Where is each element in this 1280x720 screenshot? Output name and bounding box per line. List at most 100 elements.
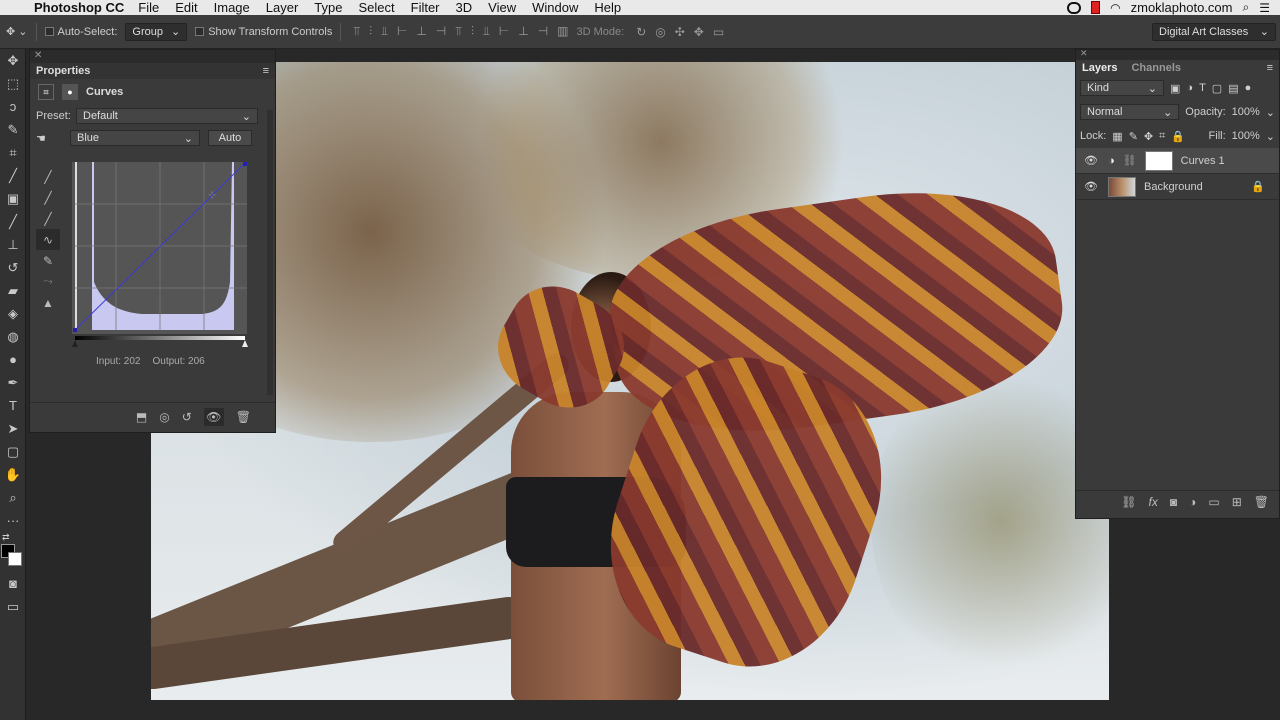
auto-align-icon[interactable]: ▥ — [557, 24, 568, 39]
layer-style-fx-icon[interactable]: fx — [1149, 495, 1158, 509]
black-input-handle[interactable] — [72, 340, 78, 347]
healing-brush-tool-icon[interactable]: ▣ — [0, 187, 26, 210]
3d-scale-icon[interactable]: ▭ — [713, 25, 724, 39]
kind-filter-dropdown[interactable]: Kind ⌄ — [1080, 80, 1164, 96]
delete-icon[interactable]: 🗑 — [236, 410, 251, 424]
layer-row-background[interactable]: 👁 Background 🔒 — [1076, 174, 1279, 200]
filter-shape-icon[interactable]: ▢ — [1212, 82, 1222, 95]
layer-name[interactable]: Background — [1144, 181, 1203, 193]
chevron-down-icon[interactable]: ⌄ — [1266, 106, 1275, 119]
curves-graph[interactable]: ⊹ — [72, 162, 247, 334]
menu-image[interactable]: Image — [214, 0, 250, 15]
screen-mode-icon[interactable]: ▭ — [0, 595, 26, 618]
menu-select[interactable]: Select — [358, 0, 394, 15]
menu-window[interactable]: Window — [532, 0, 578, 15]
creative-cloud-icon[interactable] — [1067, 1, 1082, 14]
crop-tool-icon[interactable]: ⌗ — [0, 141, 26, 164]
layer-thumbnail[interactable] — [1108, 176, 1136, 197]
panel-menu-icon[interactable]: ≡ — [1267, 62, 1273, 74]
visibility-eye-icon[interactable]: 👁 — [1084, 154, 1100, 167]
channel-dropdown[interactable]: Blue ⌄ — [70, 130, 200, 146]
menu-view[interactable]: View — [488, 0, 516, 15]
menu-file[interactable]: File — [138, 0, 159, 15]
distribute-middle-icon[interactable]: ⫶ — [471, 24, 474, 39]
align-left-icon[interactable]: ⊢ — [397, 24, 407, 39]
filter-adjustment-icon[interactable]: ◑ — [1186, 82, 1193, 94]
app-menu[interactable]: Photoshop CC — [34, 0, 124, 15]
edit-points-icon[interactable]: ∿ — [36, 229, 60, 250]
menu-layer[interactable]: Layer — [266, 0, 299, 15]
3d-pan-icon[interactable]: ✣ — [675, 25, 685, 39]
preset-dropdown[interactable]: Default ⌄ — [76, 108, 258, 124]
eraser-tool-icon[interactable]: ▰ — [0, 279, 26, 302]
on-image-adjust-icon[interactable]: ☚ — [36, 132, 62, 145]
link-layers-icon[interactable]: ⛓ — [1121, 495, 1136, 509]
distribute-right-icon[interactable]: ⊣ — [538, 24, 548, 39]
pen-tool-icon[interactable]: ✒ — [0, 371, 26, 394]
curve-point-white[interactable] — [243, 162, 247, 166]
new-adjustment-layer-icon[interactable]: ◑ — [1189, 495, 1196, 509]
blend-mode-dropdown[interactable]: Normal ⌄ — [1080, 104, 1180, 120]
distribute-bottom-icon[interactable]: ⫫ — [483, 24, 490, 39]
layer-mask-thumbnail[interactable] — [1144, 150, 1173, 171]
align-bottom-icon[interactable]: ⫫ — [381, 24, 388, 39]
path-selection-tool-icon[interactable]: ➤ — [0, 417, 26, 440]
menu-filter[interactable]: Filter — [411, 0, 440, 15]
white-input-handle[interactable] — [242, 340, 248, 347]
marquee-tool-icon[interactable]: ⬚ — [0, 72, 26, 95]
close-icon[interactable]: ✕ — [1080, 48, 1088, 59]
background-color-swatch[interactable] — [8, 552, 22, 566]
type-tool-icon[interactable]: T — [0, 394, 26, 417]
tab-channels[interactable]: Channels — [1131, 62, 1181, 74]
lock-position-icon[interactable]: ✥ — [1144, 130, 1153, 143]
visibility-toggle-icon[interactable]: 👁 — [203, 407, 224, 426]
brush-tool-icon[interactable]: ╱ — [0, 210, 26, 233]
paint-bucket-tool-icon[interactable]: ◈ — [0, 302, 26, 325]
swap-colors-icon[interactable]: ⇄ — [2, 532, 10, 543]
3d-orbit-icon[interactable]: ↻ — [636, 25, 646, 39]
3d-slide-icon[interactable]: ✥ — [694, 25, 704, 39]
new-layer-icon[interactable]: ⊞ — [1232, 495, 1242, 509]
blur-tool-icon[interactable]: ◍ — [0, 325, 26, 348]
properties-scrollbar[interactable] — [267, 110, 273, 395]
dodge-tool-icon[interactable]: ● — [0, 348, 26, 371]
transform-controls-checkbox[interactable]: Show Transform Controls — [195, 26, 332, 38]
view-previous-state-icon[interactable]: ◎ — [159, 410, 169, 424]
filter-toggle-icon[interactable]: ● — [1245, 82, 1252, 94]
delete-layer-icon[interactable]: 🗑 — [1254, 495, 1269, 509]
tab-layers[interactable]: Layers — [1082, 62, 1117, 74]
layer-name[interactable]: Curves 1 — [1181, 155, 1225, 167]
distribute-top-icon[interactable]: ⫪ — [455, 24, 462, 39]
align-middle-icon[interactable]: ⫶ — [369, 24, 372, 39]
auto-select-dropdown[interactable]: Group ⌄ — [125, 22, 188, 41]
smooth-curve-icon[interactable]: ⤳ — [36, 271, 60, 292]
spotlight-search-icon[interactable]: ⌕ — [1243, 0, 1250, 15]
lasso-tool-icon[interactable]: ↄ — [0, 95, 26, 118]
auto-button[interactable]: Auto — [208, 130, 252, 146]
menu-type[interactable]: Type — [314, 0, 342, 15]
opacity-value[interactable]: 100% — [1232, 106, 1260, 118]
gray-point-eyedropper-icon[interactable]: ╱ — [36, 187, 60, 208]
quick-select-tool-icon[interactable]: ✎ — [0, 118, 26, 141]
align-right-icon[interactable]: ⊣ — [436, 24, 446, 39]
battery-icon[interactable] — [1091, 1, 1101, 14]
notification-center-icon[interactable]: ☰ — [1259, 1, 1270, 15]
clipping-warning-icon[interactable]: ▲ — [36, 292, 60, 313]
reset-icon[interactable]: ↺ — [182, 410, 192, 424]
3d-roll-icon[interactable]: ◎ — [655, 25, 665, 39]
lock-all-icon[interactable]: 🔒 — [1171, 130, 1185, 143]
filter-type-icon[interactable]: T — [1199, 82, 1206, 94]
shape-tool-icon[interactable]: ▢ — [0, 440, 26, 463]
visibility-eye-icon[interactable]: 👁 — [1084, 180, 1100, 193]
mask-icon[interactable]: ● — [62, 84, 78, 100]
filter-pixel-icon[interactable]: ▣ — [1170, 82, 1180, 95]
chevron-down-icon[interactable]: ⌄ — [1266, 130, 1275, 143]
menu-3d[interactable]: 3D — [456, 0, 473, 15]
lock-artboard-icon[interactable]: ⌗ — [1159, 130, 1165, 143]
distribute-center-icon[interactable]: ⊥ — [518, 24, 528, 39]
close-icon[interactable]: ✕ — [34, 50, 42, 61]
lock-transparent-icon[interactable]: ▦ — [1112, 130, 1122, 143]
filter-smart-object-icon[interactable]: ▤ — [1228, 82, 1238, 95]
auto-select-checkbox[interactable]: Auto-Select: — [44, 26, 117, 38]
move-tool-icon[interactable]: ✥ — [0, 49, 26, 72]
